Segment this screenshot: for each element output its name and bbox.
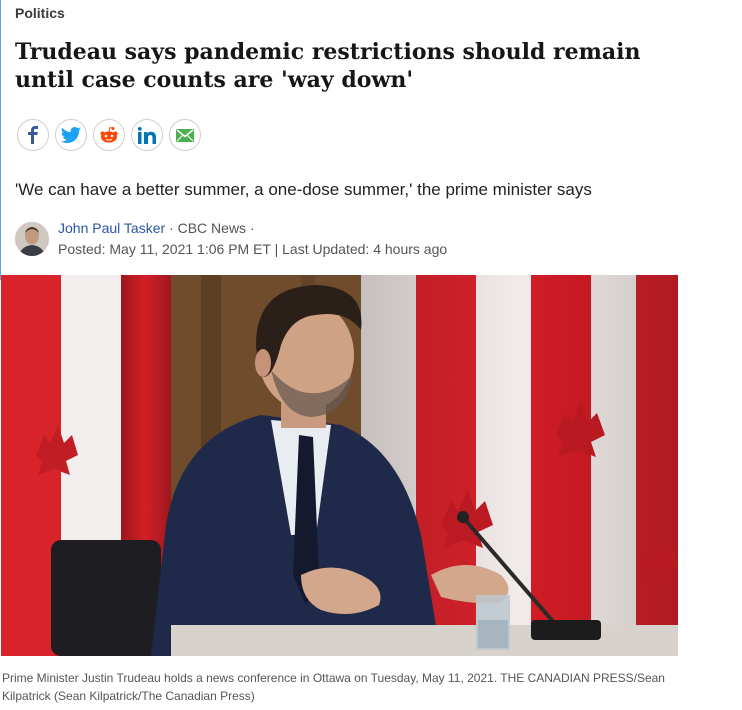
byline-separator: ·: [246, 220, 255, 236]
share-linkedin-button[interactable]: [131, 119, 163, 151]
reddit-icon: [100, 126, 118, 143]
facebook-icon: [28, 126, 38, 144]
byline-author-line: John Paul Tasker · CBC News ·: [58, 220, 255, 236]
left-accent-rule: [0, 0, 1, 280]
byline-separator: ·: [165, 220, 178, 236]
author-link[interactable]: John Paul Tasker: [58, 220, 165, 236]
share-facebook-button[interactable]: [17, 119, 49, 151]
share-email-button[interactable]: [169, 119, 201, 151]
twitter-icon: [61, 127, 81, 143]
article-headline: Trudeau says pandemic restrictions shoul…: [15, 39, 641, 93]
article-deck: 'We can have a better summer, a one-dose…: [15, 180, 592, 199]
section-label[interactable]: Politics: [15, 5, 65, 21]
lead-photo: [1, 275, 678, 656]
share-reddit-button[interactable]: [93, 119, 125, 151]
byline-outlet: CBC News: [177, 220, 247, 236]
lead-photo-illustration: [1, 275, 678, 656]
byline-timestamp: Posted: May 11, 2021 1:06 PM ET | Last U…: [58, 241, 448, 257]
share-bar: [17, 119, 201, 151]
share-twitter-button[interactable]: [55, 119, 87, 151]
author-avatar: [15, 222, 49, 256]
photo-caption: Prime Minister Justin Trudeau holds a ne…: [2, 671, 665, 703]
linkedin-icon: [138, 126, 156, 144]
email-icon: [176, 128, 194, 142]
